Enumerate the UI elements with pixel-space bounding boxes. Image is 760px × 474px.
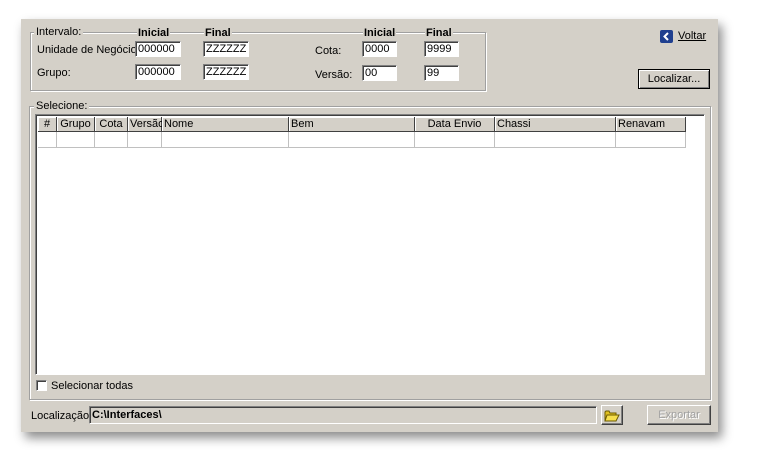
col-header-data-envio[interactable]: Data Envio [415, 117, 495, 132]
cota-final-input[interactable] [424, 41, 459, 57]
localizar-button[interactable]: Localizar... [638, 69, 710, 89]
voltar-link[interactable]: Voltar [660, 29, 706, 43]
versao-final-input[interactable] [424, 65, 459, 81]
table-row-cell[interactable] [616, 132, 686, 148]
selecione-legend: Selecione: [34, 100, 90, 112]
back-arrow-icon [660, 29, 673, 43]
col-header-chassi[interactable]: Chassi [495, 117, 616, 132]
selecionar-todas-checkbox[interactable] [36, 380, 47, 391]
col-header-renavam[interactable]: Renavam [616, 117, 686, 132]
unidade-label: Unidade de Negócio: [37, 44, 140, 56]
col-header-versao[interactable]: Versão [128, 117, 164, 132]
localizacao-label: Localização: [31, 410, 93, 422]
versao-label: Versão: [315, 69, 353, 81]
table-row-cell[interactable] [289, 132, 415, 148]
col-header-grupo[interactable]: Grupo [57, 117, 95, 132]
col-header-nome[interactable]: Nome [162, 117, 289, 132]
table-row-cell[interactable] [128, 132, 162, 148]
col-inicial-header-left: Inicial [137, 27, 171, 39]
col-header-cota[interactable]: Cota [95, 117, 128, 132]
unidade-final-input[interactable] [203, 41, 249, 57]
table-row-cell[interactable] [415, 132, 495, 148]
versao-inicial-input[interactable] [362, 65, 397, 81]
table-row-cell[interactable] [162, 132, 289, 148]
intervalo-legend: Intervalo: [34, 26, 84, 38]
table-row-cell[interactable] [57, 132, 95, 148]
intervalo-group [30, 32, 486, 91]
browse-folder-button[interactable] [601, 405, 623, 425]
selecionar-todas-label[interactable]: Selecionar todas [51, 380, 133, 392]
voltar-label: Voltar [678, 30, 707, 42]
table-row-cell[interactable] [38, 132, 57, 148]
table-row-cell[interactable] [495, 132, 616, 148]
results-grid[interactable]: # Grupo Cota Versão Nome Bem Data Envio … [35, 114, 705, 375]
folder-open-icon [604, 410, 620, 421]
grupo-label: Grupo: [37, 67, 71, 79]
exportar-button[interactable]: Exportar [647, 405, 711, 425]
col-header-index[interactable]: # [38, 117, 57, 132]
cota-inicial-input[interactable] [362, 41, 397, 57]
unidade-inicial-input[interactable] [135, 41, 181, 57]
col-final-header-left: Final [204, 27, 232, 39]
cota-label: Cota: [315, 45, 342, 57]
col-final-header-right: Final [425, 27, 453, 39]
table-row-cell[interactable] [95, 132, 128, 148]
localizacao-input[interactable] [89, 406, 597, 424]
grupo-final-input[interactable] [203, 64, 249, 80]
export-window: Intervalo: Inicial Final Inicial Final U… [21, 19, 718, 432]
grupo-inicial-input[interactable] [135, 64, 181, 80]
col-inicial-header-right: Inicial [363, 27, 397, 39]
col-header-bem[interactable]: Bem [289, 117, 415, 132]
